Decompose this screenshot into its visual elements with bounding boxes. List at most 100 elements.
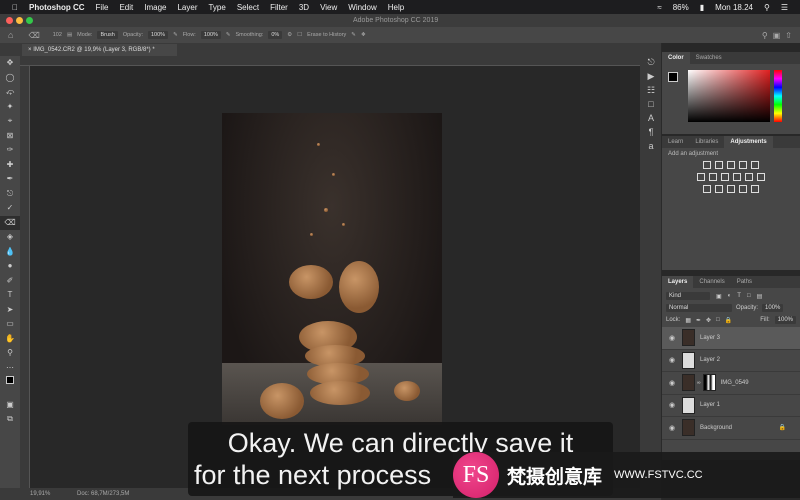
minimize-window-button[interactable] — [16, 17, 23, 24]
brush-preset-picker[interactable]: 102 — [53, 32, 62, 38]
exposure-icon[interactable] — [739, 161, 747, 169]
smoothing-input[interactable]: 0% — [268, 31, 283, 39]
menu-view[interactable]: View — [320, 3, 337, 12]
vibrance-icon[interactable] — [751, 161, 759, 169]
eye-icon[interactable]: ◉ — [662, 334, 682, 342]
maximize-window-button[interactable] — [26, 17, 33, 24]
menu-help[interactable]: Help — [388, 3, 404, 12]
symmetry-icon[interactable]: ❖ — [361, 32, 366, 38]
menu-3d[interactable]: 3D — [299, 3, 309, 12]
menu-select[interactable]: Select — [237, 3, 259, 12]
filter-pixel-icon[interactable]: ▣ — [716, 293, 722, 300]
brush-tool-icon[interactable]: ✒ — [0, 172, 20, 187]
gradient-map-icon[interactable] — [739, 185, 747, 193]
color-balance-icon[interactable] — [709, 173, 717, 181]
crop-tool-icon[interactable]: ⌖ — [0, 114, 20, 129]
close-tab-icon[interactable]: × — [28, 47, 32, 53]
blend-mode-select[interactable]: Normal — [666, 304, 732, 312]
wifi-icon[interactable]: ≈ — [657, 3, 661, 12]
filter-adjust-icon[interactable]: ◐ — [728, 293, 732, 299]
dodge-tool-icon[interactable]: ● — [0, 259, 20, 274]
menu-window[interactable]: Window — [348, 3, 376, 12]
hand-tool-icon[interactable]: ✋ — [0, 332, 20, 347]
menu-type[interactable]: Type — [208, 3, 225, 12]
history-brush-icon[interactable]: ✓ — [0, 201, 20, 216]
tab-libraries[interactable]: Libraries — [689, 136, 724, 148]
layer-row[interactable]: ◉ Layer 2 — [662, 350, 800, 372]
tab-paths[interactable]: Paths — [731, 276, 758, 288]
clock[interactable]: Mon 18.24 — [715, 3, 753, 12]
filter-shape-icon[interactable]: □ — [747, 293, 751, 299]
brush-settings-icon[interactable]: ▤ — [67, 32, 72, 38]
eraser-tool-icon[interactable]: ⌫ — [0, 215, 20, 230]
airbrush-icon[interactable]: ✎ — [226, 32, 231, 38]
layer-row[interactable]: ◉ Background 🔒 — [662, 417, 800, 440]
tab-learn[interactable]: Learn — [662, 136, 689, 148]
menu-filter[interactable]: Filter — [270, 3, 288, 12]
pressure-opacity-icon[interactable]: ✎ — [173, 32, 178, 38]
paragraph-panel-icon[interactable]: ¶ — [640, 127, 662, 141]
menu-image[interactable]: Image — [144, 3, 166, 12]
glyphs-panel-icon[interactable]: a — [640, 141, 662, 155]
tab-channels[interactable]: Channels — [693, 276, 730, 288]
lock-all-icon[interactable]: 🔒 — [725, 317, 732, 324]
layer-mask-thumbnail[interactable] — [702, 374, 716, 392]
apple-icon[interactable]:  — [12, 3, 18, 12]
actions-panel-icon[interactable]: ▶ — [640, 71, 662, 85]
invert-icon[interactable] — [703, 185, 711, 193]
quick-select-tool-icon[interactable]: ✦ — [0, 100, 20, 115]
eye-icon[interactable]: ◉ — [662, 401, 682, 409]
type-tool-icon[interactable]: T — [0, 288, 20, 303]
tab-layers[interactable]: Layers — [662, 276, 694, 288]
lock-paint-icon[interactable]: ✒ — [696, 317, 701, 324]
menu-file[interactable]: File — [96, 3, 109, 12]
lock-transparent-icon[interactable]: ▦ — [685, 317, 691, 324]
blur-tool-icon[interactable]: 💧 — [0, 245, 20, 260]
opacity-input[interactable]: 100% — [148, 31, 169, 39]
eye-icon[interactable]: ◉ — [662, 379, 682, 387]
mode-select[interactable]: Brush — [97, 31, 118, 39]
share-icon[interactable]: ⇧ — [785, 31, 792, 40]
stamp-tool-icon[interactable]: ⎋ — [0, 187, 20, 202]
menu-list-icon[interactable]: ☰ — [781, 3, 788, 12]
menu-app[interactable]: Photoshop CC — [29, 3, 85, 12]
layer-opacity-input[interactable]: 100% — [762, 304, 784, 312]
fill-input[interactable]: 100% — [774, 316, 796, 324]
zoom-tool-icon[interactable]: ⚲ — [0, 346, 20, 361]
search-icon[interactable]: ⚲ — [762, 31, 768, 40]
foreground-background-color[interactable] — [0, 375, 20, 390]
shape-tool-icon[interactable]: ▭ — [0, 317, 20, 332]
doc-size[interactable]: Doc: 68,7M/273,5M — [77, 491, 129, 497]
channel-mixer-icon[interactable] — [745, 173, 753, 181]
close-window-button[interactable] — [6, 17, 13, 24]
properties-panel-icon[interactable]: ☷ — [640, 85, 662, 99]
pressure-size-icon[interactable]: ✎ — [351, 32, 356, 38]
more-tools-icon[interactable]: ⋯ — [0, 361, 20, 376]
filter-type-icon[interactable]: T — [737, 293, 741, 299]
hue-saturation-icon[interactable] — [697, 173, 705, 181]
menu-layer[interactable]: Layer — [177, 3, 197, 12]
color-lookup-icon[interactable] — [757, 173, 765, 181]
workspace-icon[interactable]: ▣ — [773, 31, 781, 40]
posterize-icon[interactable] — [715, 185, 723, 193]
hue-slider[interactable] — [774, 70, 782, 122]
tab-adjustments[interactable]: Adjustments — [724, 136, 773, 148]
paint-bucket-icon[interactable]: ◈ — [0, 230, 20, 245]
character-panel-icon[interactable]: A — [640, 113, 662, 127]
layer-row[interactable]: ◉ Layer 3 — [662, 327, 800, 350]
home-icon[interactable]: ⌂ — [8, 30, 13, 40]
black-white-icon[interactable] — [721, 173, 729, 181]
levels-icon[interactable] — [715, 161, 723, 169]
move-tool-icon[interactable]: ✥ — [0, 56, 20, 71]
pen-tool-icon[interactable]: ✐ — [0, 274, 20, 289]
path-select-icon[interactable]: ➤ — [0, 303, 20, 318]
zoom-level[interactable]: 19,91% — [30, 491, 50, 497]
marquee-tool-icon[interactable]: ◯ — [0, 71, 20, 86]
eraser-tool-icon[interactable]: ⌫ — [28, 31, 39, 40]
layer-row[interactable]: ◉ Layer 1 — [662, 395, 800, 417]
threshold-icon[interactable] — [727, 185, 735, 193]
curves-icon[interactable] — [727, 161, 735, 169]
healing-tool-icon[interactable]: ✚ — [0, 158, 20, 173]
canvas-image[interactable] — [222, 113, 442, 425]
frame-tool-icon[interactable]: ⊠ — [0, 129, 20, 144]
